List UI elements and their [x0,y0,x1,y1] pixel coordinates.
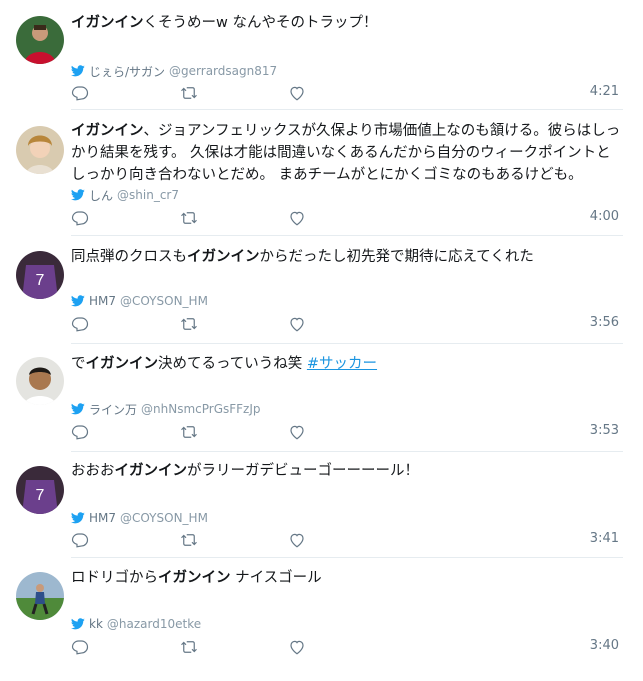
tweet-timestamp[interactable]: 3:40 [590,638,619,653]
highlighted-keyword: イガンイン [187,249,260,265]
tweet-6[interactable]: ロドリゴからイガンイン ナイスゴール kk @hazard10etke 3:40 [0,558,643,681]
retweet-icon[interactable] [179,531,197,549]
text-segment: 決めてるっていうね笑 [158,356,307,372]
reply-icon[interactable] [71,531,89,549]
tweet-source[interactable]: じぇら/サガン @gerrardsagn817 [71,63,277,79]
reply-icon[interactable] [71,423,89,441]
author-name: HM7 [89,294,117,308]
tweet-source[interactable]: HM7 @COYSON_HM [71,510,208,526]
retweet-icon[interactable] [179,423,197,441]
text-segment: くそうめーw なんやそのトラップ！ [143,15,378,31]
reply-icon[interactable] [71,638,89,656]
tweet-timestamp[interactable]: 3:56 [590,315,619,330]
twitter-bird-icon [71,295,85,307]
author-name: じぇら/サガン [89,64,166,79]
tweet-timestamp[interactable]: 3:53 [590,423,619,438]
text-segment: おおお [71,463,115,479]
heart-icon[interactable] [288,315,306,333]
twitter-bird-icon [71,403,85,415]
author-handle: @COYSON_HM [120,294,208,308]
tweet-4[interactable]: でイガンイン決めてるっていうね笑 #サッカー ライン万 @nhNsmcPrGsF… [0,344,643,452]
retweet-icon[interactable] [179,315,197,333]
author-name: しん [89,188,114,203]
tweet-actions: 4:21 [71,84,623,102]
text-segment: からだったし初先発で期待に応えてくれた [259,249,534,265]
tweet-timestamp[interactable]: 4:00 [590,209,619,224]
tweet-actions: 3:40 [71,638,623,656]
twitter-bird-icon [71,65,85,77]
tweet-text: イガンイン、ジョアンフェリックスが久保より市場価値上なのも頷ける。彼らはしっかり… [71,120,623,186]
svg-text:7: 7 [36,272,45,289]
tweet-source[interactable]: しん @shin_cr7 [71,187,179,203]
reply-icon[interactable] [71,315,89,333]
avatar[interactable] [16,572,64,620]
tweet-text: おおおイガンインがラリーガデビューゴーーーール！ [71,460,623,482]
text-segment: 、ジョアンフェリックスが久保より市場価値上なのも頷ける。彼らはしっかり結果を残す… [71,123,621,183]
tweet-source[interactable]: HM7 @COYSON_HM [71,293,208,309]
twitter-bird-icon [71,618,85,630]
twitter-bird-icon [71,512,85,524]
highlighted-keyword: イガンイン [114,463,188,479]
author-name: kk [89,617,103,631]
avatar[interactable]: 7 [16,466,64,514]
avatar[interactable] [16,16,64,64]
tweet-actions: 4:00 [71,209,623,227]
tweet-timestamp[interactable]: 3:41 [590,531,619,546]
author-name: ライン万 [89,402,138,417]
highlighted-keyword: イガンイン [71,15,144,31]
text-segment: ナイスゴール [230,570,322,586]
avatar[interactable]: 7 [16,251,64,299]
author-handle: @nhNsmcPrGsFFzJp [141,402,261,416]
tweet-source[interactable]: kk @hazard10etke [71,616,201,632]
text-segment: がラリーガデビューゴーーーール！ [187,463,419,479]
reply-icon[interactable] [71,84,89,102]
svg-text:7: 7 [36,487,45,504]
tweet-1[interactable]: イガンインくそうめーw なんやそのトラップ！ じぇら/サガン @gerrards… [0,0,643,110]
retweet-icon[interactable] [179,209,197,227]
highlighted-keyword: イガンイン [158,570,231,586]
tweet-3[interactable]: 7 同点弾のクロスもイガンインからだったし初先発で期待に応えてくれた HM7 @… [0,236,643,344]
retweet-icon[interactable] [179,638,197,656]
tweet-text: でイガンイン決めてるっていうね笑 #サッカー [71,353,623,375]
avatar[interactable] [16,126,64,174]
reply-icon[interactable] [71,209,89,227]
text-segment: ロドリゴから [71,570,158,586]
author-handle: @shin_cr7 [117,188,179,202]
highlighted-keyword: イガンイン [71,123,144,139]
twitter-bird-icon [71,189,85,201]
tweet-actions: 3:56 [71,315,623,333]
heart-icon[interactable] [288,638,306,656]
tweet-5[interactable]: 7 おおおイガンインがラリーガデビューゴーーーール！ HM7 @COYSON_H… [0,452,643,558]
author-handle: @COYSON_HM [120,511,208,525]
tweet-actions: 3:41 [71,531,623,549]
author-name: HM7 [89,511,117,525]
hashtag-link[interactable]: #サッカー [307,356,377,372]
text-segment: で [71,356,86,372]
heart-icon[interactable] [288,84,306,102]
highlighted-keyword: イガンイン [85,356,159,372]
heart-icon[interactable] [288,209,306,227]
retweet-icon[interactable] [179,84,197,102]
author-handle: @hazard10etke [106,617,202,631]
tweet-text: イガンインくそうめーw なんやそのトラップ！ [71,12,623,34]
heart-icon[interactable] [288,531,306,549]
author-handle: @gerrardsagn817 [169,64,278,78]
tweet-timestamp[interactable]: 4:21 [590,84,619,99]
text-segment: 同点弾のクロスも [71,249,187,265]
tweet-source[interactable]: ライン万 @nhNsmcPrGsFFzJp [71,401,261,417]
tweet-text: 同点弾のクロスもイガンインからだったし初先発で期待に応えてくれた [71,246,623,268]
heart-icon[interactable] [288,423,306,441]
avatar[interactable] [16,357,64,405]
tweet-2[interactable]: イガンイン、ジョアンフェリックスが久保より市場価値上なのも頷ける。彼らはしっかり… [0,110,643,236]
tweet-text: ロドリゴからイガンイン ナイスゴール [71,567,623,589]
tweet-actions: 3:53 [71,423,623,441]
